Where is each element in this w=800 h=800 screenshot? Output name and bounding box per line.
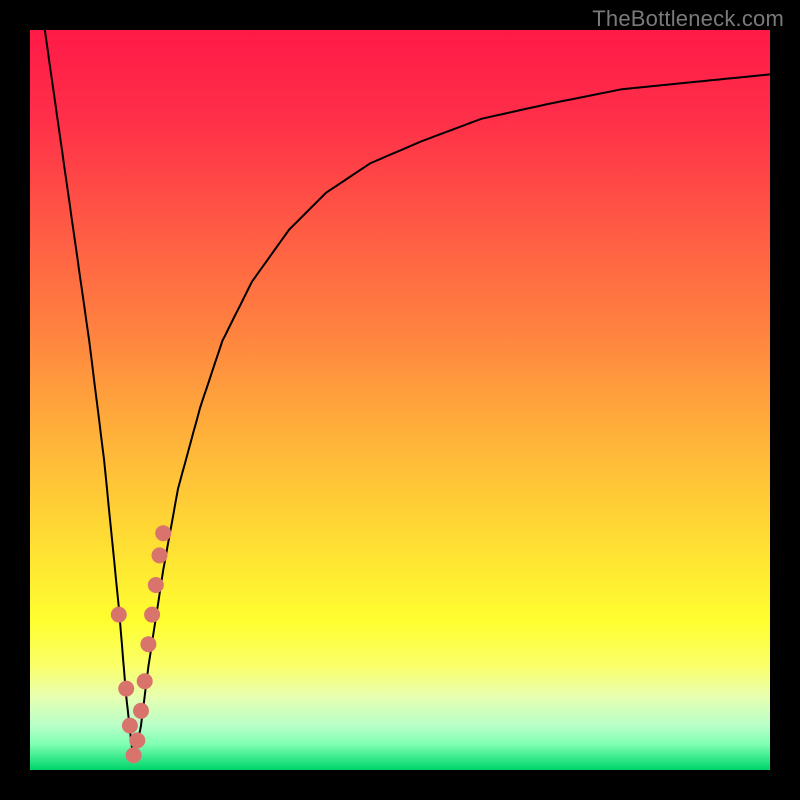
chart-frame: TheBottleneck.com <box>0 0 800 800</box>
data-marker <box>137 673 153 689</box>
data-marker <box>155 525 171 541</box>
data-marker <box>111 607 127 623</box>
data-marker <box>133 703 149 719</box>
data-marker <box>122 718 138 734</box>
data-marker <box>152 547 168 563</box>
data-marker <box>148 577 164 593</box>
data-marker <box>118 681 134 697</box>
watermark-text: TheBottleneck.com <box>592 6 784 32</box>
data-marker <box>144 607 160 623</box>
data-marker <box>140 636 156 652</box>
data-marker <box>126 747 142 763</box>
data-marker <box>129 732 145 748</box>
bottleneck-curve <box>30 30 770 770</box>
plot-area <box>30 30 770 770</box>
